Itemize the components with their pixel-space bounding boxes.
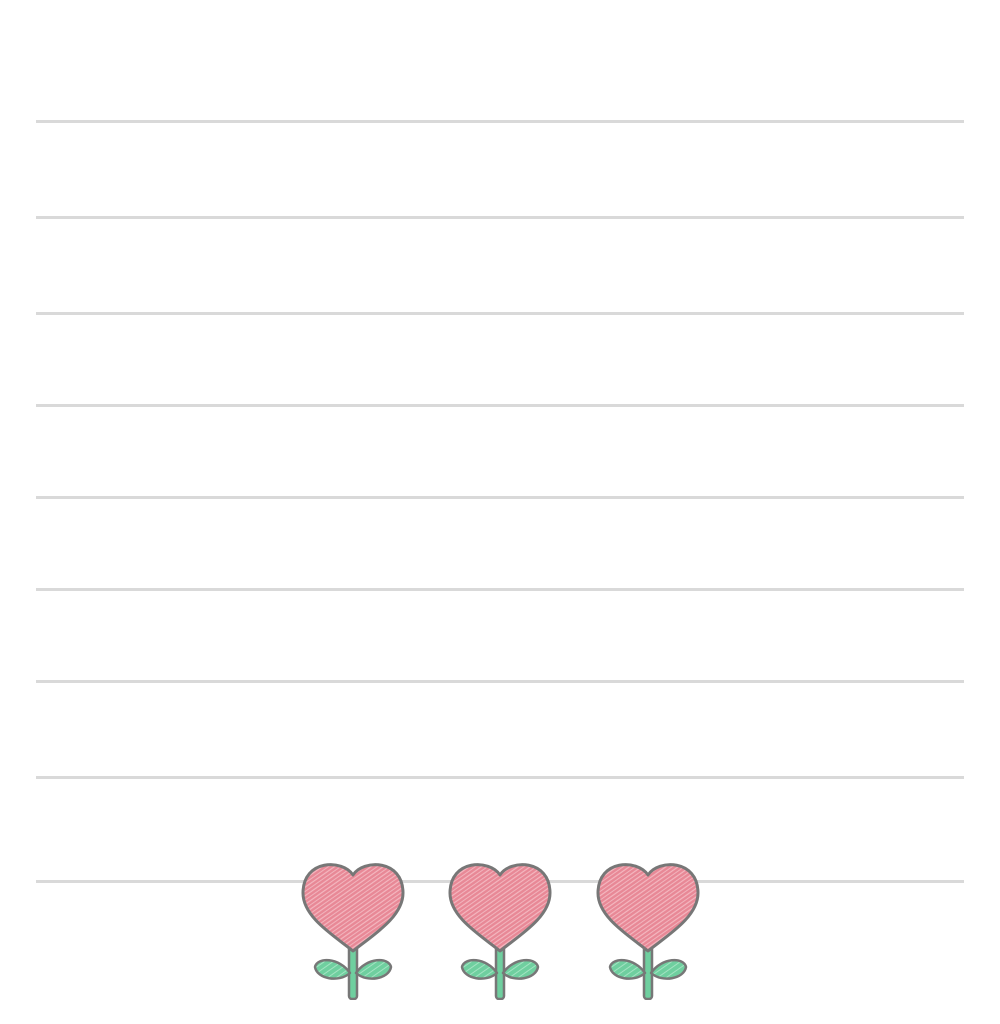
- ruled-line: [36, 496, 964, 499]
- ruled-line: [36, 216, 964, 219]
- ruled-line: [36, 120, 964, 123]
- heart-flower-icon: [596, 863, 700, 1000]
- lined-paper: [0, 0, 1000, 1024]
- heart-flower-icon: [448, 863, 552, 1000]
- ruled-line: [36, 404, 964, 407]
- ruled-line: [36, 588, 964, 591]
- ruled-line: [36, 680, 964, 683]
- ruled-line: [36, 312, 964, 315]
- heart-flower-icon: [301, 863, 405, 1000]
- heart-flowers-decoration: [295, 855, 705, 1000]
- ruled-line: [36, 776, 964, 779]
